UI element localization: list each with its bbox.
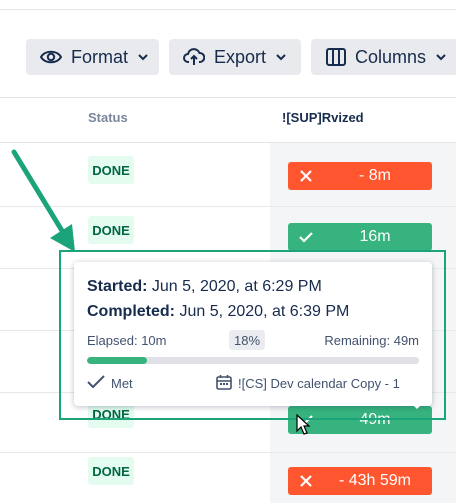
status-badge: DONE [88,457,134,485]
completed-line: Completed: Jun 5, 2020, at 6:39 PM [87,303,349,321]
format-label: Format [71,46,129,67]
x-icon [298,168,314,184]
x-icon [298,473,314,489]
chevron-down-icon [276,53,286,61]
calendar-name: ![CS] Dev calendar Copy - 1 [238,376,400,391]
status-column-header[interactable]: Status [88,110,128,125]
started-value: Jun 5, 2020, at 6:29 PM [151,278,322,295]
completed-value: Jun 5, 2020, at 6:39 PM [179,303,350,320]
progress-bar [87,357,419,364]
columns-icon [326,48,346,66]
check-icon [298,229,314,245]
chevron-down-icon [436,53,446,61]
elapsed-text: Elapsed: 10m [87,333,167,348]
sla-met-pill[interactable]: 16m [288,223,432,251]
started-line: Started: Jun 5, 2020, at 6:29 PM [87,278,322,296]
check-icon [87,375,105,389]
chevron-down-icon [138,53,148,61]
columns-button[interactable]: Columns [311,39,456,75]
revised-column-header[interactable]: ![SUP]Rvized [282,110,364,125]
export-button[interactable]: Export [169,39,301,75]
status-badge: DONE [88,156,134,184]
columns-label: Columns [355,46,427,67]
row-divider [0,452,456,453]
toolbar: Format Export Columns [0,39,456,75]
table-header: Status ![SUP]Rvized [0,97,456,143]
sla-details-tooltip: Started: Jun 5, 2020, at 6:29 PM Complet… [74,262,432,406]
completed-label: Completed: [87,303,175,320]
sla-time: - 43h 59m [338,472,412,489]
annotation-arrow [11,149,75,252]
met-label: Met [111,376,133,391]
mouse-cursor-icon [296,414,311,435]
tooltip-caret [408,400,426,409]
status-badge: DONE [88,216,134,244]
top-divider [0,9,456,10]
started-label: Started: [87,278,148,295]
progress-fill [87,357,147,364]
eye-icon [40,49,62,65]
remaining-text: Remaining: 49m [324,333,419,348]
calendar-icon [216,374,232,390]
sla-breached-pill[interactable]: - 43h 59m [288,467,432,495]
sla-breached-pill[interactable]: - 8m [288,162,432,190]
cloud-upload-icon [183,48,205,66]
progress-percent: 18% [229,330,265,350]
sla-time: 16m [359,228,391,245]
export-label: Export [214,46,267,67]
sla-time: - 8m [359,167,391,184]
format-button[interactable]: Format [26,39,159,75]
